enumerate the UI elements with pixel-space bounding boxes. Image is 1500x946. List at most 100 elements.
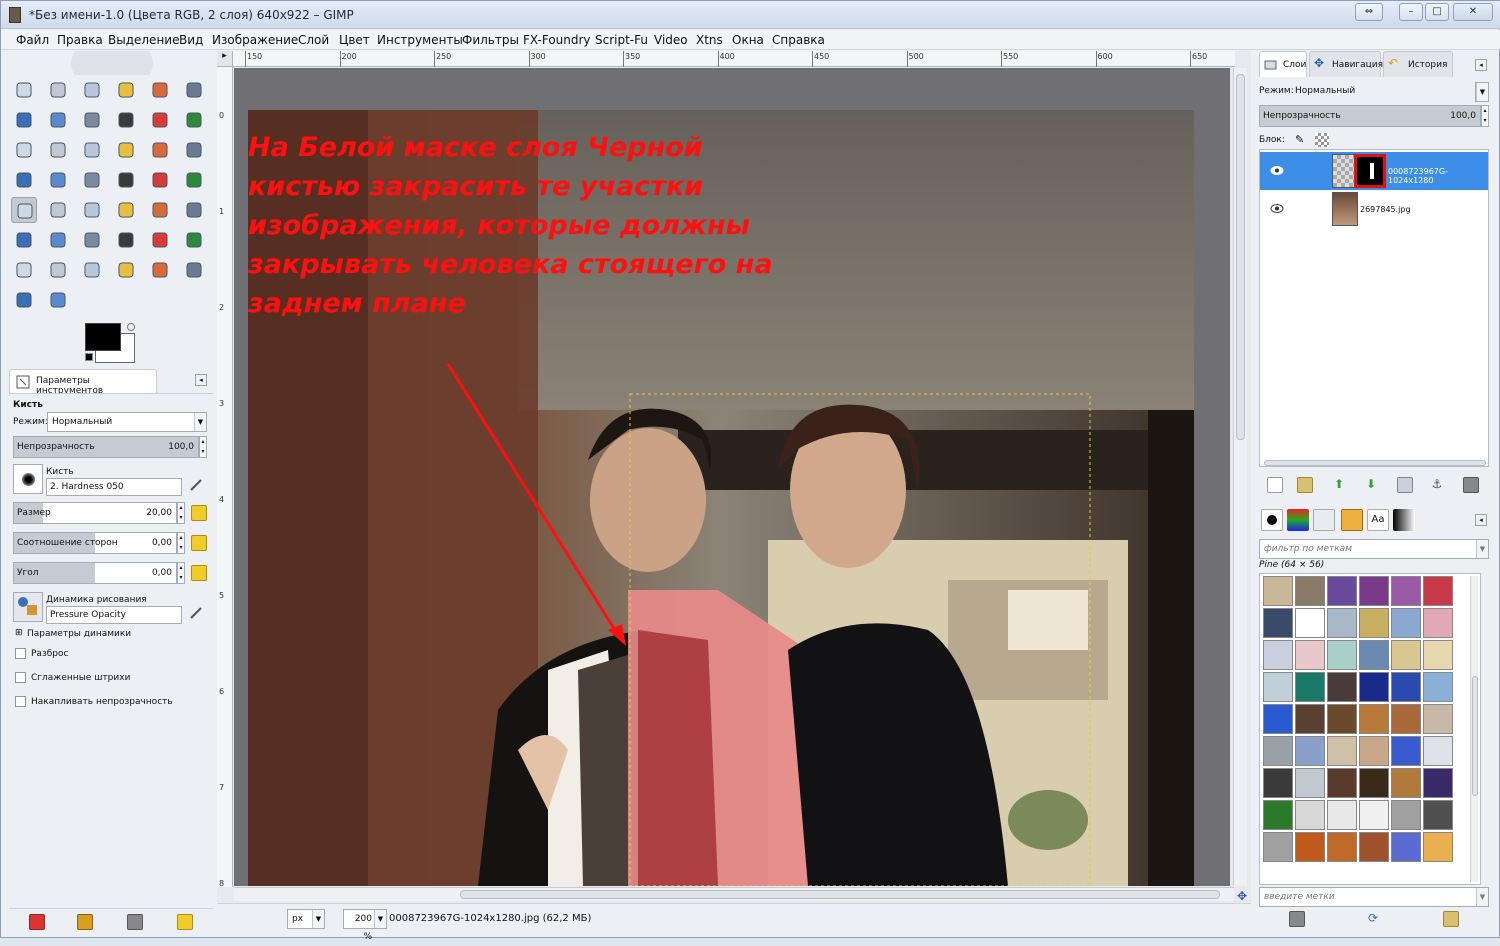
menu-video[interactable]: Video <box>654 33 688 47</box>
incremental-checkbox[interactable] <box>15 696 26 707</box>
duplicate-layer-icon[interactable] <box>1397 477 1413 493</box>
rotate-tool-icon[interactable] <box>79 137 105 163</box>
minimize-button[interactable]: – <box>1399 3 1423 21</box>
pattern-swatch[interactable] <box>1263 576 1293 606</box>
pattern-swatch[interactable] <box>1295 832 1325 862</box>
layer-row-bottom[interactable]: 2697845.jpg <box>1260 190 1488 228</box>
threshold-tool-icon[interactable] <box>79 257 105 283</box>
shear-tool-icon[interactable] <box>147 137 173 163</box>
pattern-swatch[interactable] <box>1327 768 1357 798</box>
pattern-swatch[interactable] <box>1423 832 1453 862</box>
pattern-swatch[interactable] <box>1263 800 1293 830</box>
pattern-swatch[interactable] <box>1263 704 1293 734</box>
spiral-tool-icon[interactable] <box>45 287 71 313</box>
dock-menu-icon[interactable]: ◂ <box>1475 59 1487 71</box>
mode-select[interactable]: Нормальный ▼ <box>47 412 207 432</box>
menu-select[interactable]: Выделение <box>108 33 179 47</box>
save-options-icon[interactable] <box>29 914 45 930</box>
pattern-swatch[interactable] <box>1359 576 1389 606</box>
menu-help[interactable]: Справка <box>772 33 825 47</box>
image-canvas[interactable]: На Белой маске слоя Черной кистью закрас… <box>234 68 1230 886</box>
cage-tool-icon[interactable] <box>79 167 105 193</box>
pattern-swatch[interactable] <box>1391 704 1421 734</box>
align-tool-icon[interactable] <box>11 137 37 163</box>
scissors-select-tool-icon[interactable] <box>181 77 207 103</box>
pencil-tool-icon[interactable] <box>147 167 173 193</box>
rect-select-tool-icon[interactable] <box>11 77 37 103</box>
layer-mask-thumbnail[interactable] <box>1354 154 1386 188</box>
menu-color[interactable]: Цвет <box>339 33 370 47</box>
menu-xtns[interactable]: Xtns <box>696 33 723 47</box>
patterns-tab-icon[interactable] <box>1287 509 1309 531</box>
pattern-swatch[interactable] <box>1295 640 1325 670</box>
colorize-tool-icon[interactable] <box>11 257 37 283</box>
color-picker-tool-icon[interactable] <box>79 107 105 133</box>
pattern-swatch[interactable] <box>1359 800 1389 830</box>
move-tool-icon[interactable] <box>181 107 207 133</box>
tab-layers[interactable]: Слои <box>1259 51 1307 77</box>
pattern-swatch[interactable] <box>1263 832 1293 862</box>
free-select-tool-icon[interactable] <box>79 77 105 103</box>
color-balance-tool-icon[interactable] <box>147 227 173 253</box>
aspect-spin[interactable]: ▴ ▾ <box>177 532 185 554</box>
pattern-swatch[interactable] <box>1359 832 1389 862</box>
gradients-tab-icon[interactable] <box>1341 509 1363 531</box>
eraser-tool-icon[interactable] <box>45 197 71 223</box>
layer-mode-select[interactable]: ▼ <box>1475 82 1489 102</box>
open-pattern-icon[interactable] <box>1443 911 1459 927</box>
new-group-icon[interactable] <box>1297 477 1313 493</box>
pattern-swatch[interactable] <box>1423 704 1453 734</box>
menu-tools[interactable]: Инструменты <box>377 33 463 47</box>
foreground-select-tool-icon[interactable] <box>11 107 37 133</box>
zoom-select[interactable]: 200 % ▼ <box>343 909 387 942</box>
lock-alpha-icon[interactable] <box>1315 133 1329 147</box>
menu-fx-foundry[interactable]: FX-Foundry <box>523 33 591 47</box>
pattern-swatch[interactable] <box>1391 640 1421 670</box>
measure-tool-icon[interactable] <box>147 107 173 133</box>
menu-layer[interactable]: Слой <box>298 33 329 47</box>
pattern-swatch[interactable] <box>1327 576 1357 606</box>
dynamics-tab-icon[interactable] <box>1313 509 1335 531</box>
pattern-swatch[interactable] <box>1391 768 1421 798</box>
pattern-swatch[interactable] <box>1295 768 1325 798</box>
pattern-swatch[interactable] <box>1423 800 1453 830</box>
pattern-swatch[interactable] <box>1295 704 1325 734</box>
pattern-swatch[interactable] <box>1423 608 1453 638</box>
pattern-filter-select[interactable]: фильтр по меткам ▼ <box>1259 539 1489 559</box>
aspect-slider[interactable]: Соотношение сторон 0,00 <box>13 532 177 554</box>
fuzzy-select-tool-icon[interactable] <box>113 77 139 103</box>
foreground-color-swatch[interactable] <box>85 323 121 351</box>
angle-slider[interactable]: Угол 0,00 <box>13 562 177 584</box>
layer-opacity-slider[interactable]: Непрозрачность 100,0 <box>1259 105 1481 127</box>
blur-tool-icon[interactable] <box>45 227 71 253</box>
reset-options-icon[interactable] <box>177 914 193 930</box>
restore-options-icon[interactable] <box>77 914 93 930</box>
menu-image[interactable]: Изображение <box>212 33 298 47</box>
default-colors-icon[interactable] <box>85 353 93 361</box>
vertical-scrollbar[interactable] <box>1233 68 1247 886</box>
new-layer-icon[interactable] <box>1267 477 1283 493</box>
menu-script-fu[interactable]: Script-Fu <box>595 33 648 47</box>
lower-layer-icon[interactable]: ⬇ <box>1363 477 1379 493</box>
pattern-swatch[interactable] <box>1359 640 1389 670</box>
maximize-button[interactable]: □ <box>1425 3 1449 21</box>
pattern-swatch[interactable] <box>1359 672 1389 702</box>
dock-menu-icon[interactable]: ◂ <box>195 374 207 386</box>
navigate-icon[interactable]: ✥ <box>1237 889 1247 903</box>
gegl-op-tool-icon[interactable] <box>11 287 37 313</box>
pattern-swatch[interactable] <box>1327 832 1357 862</box>
pattern-swatch[interactable] <box>1391 736 1421 766</box>
tab-navigation[interactable]: ✥ Навигация <box>1309 51 1383 77</box>
pattern-swatch[interactable] <box>1391 672 1421 702</box>
pattern-swatch[interactable] <box>1327 672 1357 702</box>
dynamics-options-expander[interactable]: Параметры динамики <box>27 629 131 639</box>
crop-tool-icon[interactable] <box>45 137 71 163</box>
hue-saturation-tool-icon[interactable] <box>181 227 207 253</box>
lock-pixels-icon[interactable]: ✎ <box>1295 133 1304 146</box>
patterns-scrollbar[interactable] <box>1470 576 1478 882</box>
dock-menu-icon[interactable]: ◂ <box>1475 514 1487 526</box>
anchor-layer-icon[interactable]: ⚓ <box>1429 477 1445 493</box>
airbrush-tool-icon[interactable] <box>79 197 105 223</box>
layer-row-top[interactable]: 0008723967G-1024x1280 <box>1260 152 1488 190</box>
pattern-tags-input[interactable]: введите метки ▼ <box>1259 887 1489 907</box>
